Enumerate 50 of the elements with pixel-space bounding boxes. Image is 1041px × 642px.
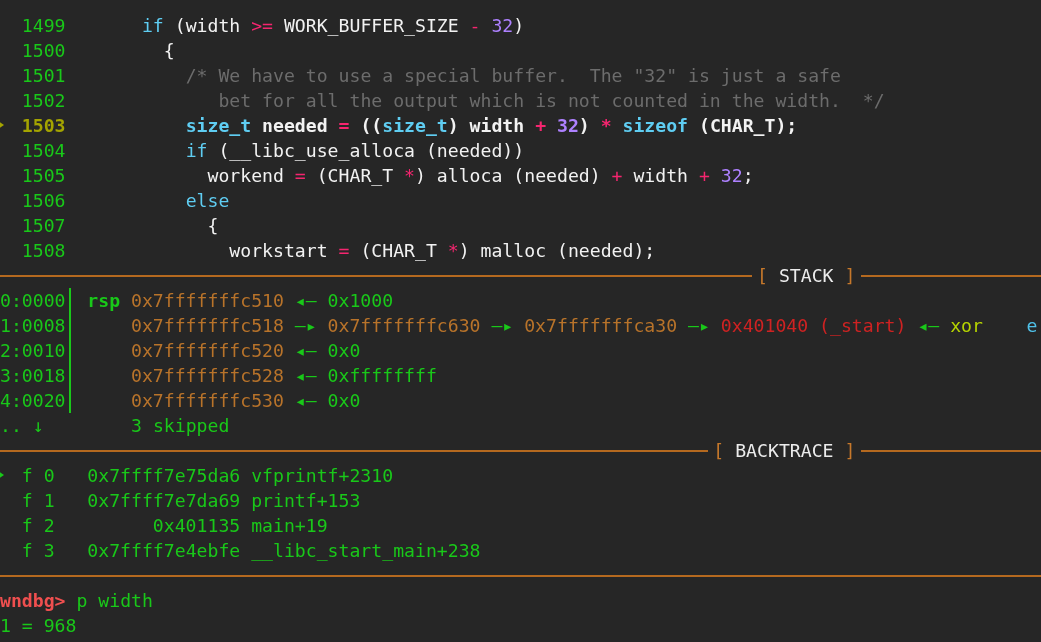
code-text: workstart = (CHAR_T *) malloc (needed); <box>228 239 656 263</box>
frame-symbol: printf+153 <box>250 489 361 513</box>
code-text: { <box>162 39 175 63</box>
prompt-label: wndbg> <box>0 589 66 613</box>
stack-offset: 1:0008 <box>0 314 66 338</box>
stack-offset: 2:0010 <box>0 339 66 363</box>
line-number: 1503 <box>21 114 66 138</box>
code-text: bet for all the output which is not counted in the width. */ <box>217 89 885 113</box>
code-text: if (__libc_use_alloca (needed)) <box>184 139 525 163</box>
code-text: else <box>184 189 230 213</box>
frame-symbol: main+19 <box>250 514 328 538</box>
line-number: 1504 <box>21 139 66 163</box>
frame-number: f 3 <box>21 539 56 563</box>
register-label: rsp <box>87 289 122 313</box>
stack-offset: 0:0000 <box>0 289 66 313</box>
code-text: { <box>206 214 219 238</box>
frame-symbol: __libc_start_main+238 <box>250 539 481 563</box>
command-text: p width <box>75 589 153 613</box>
pointer-chain: 0x7fffffffc518 —▸ 0x7fffffffc630 —▸ 0x7fffffffca30 —▸ 0x401040 (_start) ◂— xor e <box>131 314 1038 338</box>
skip-indicator: .. ↓ <box>0 414 44 438</box>
pointer-chain: 0x7fffffffc530 ◂— 0x0 <box>131 389 361 413</box>
line-number: 1507 <box>21 214 66 238</box>
frame-address: 0x7ffff7e4ebfe <box>87 539 241 563</box>
frame-number: f 0 <box>21 464 56 488</box>
stack-offset: 3:0018 <box>0 364 66 388</box>
code-text: /* We have to use a special buffer. The "32" is just a safe <box>184 64 841 88</box>
frame-number: f 1 <box>21 489 56 513</box>
line-number: 1506 <box>21 189 66 213</box>
line-number: 1505 <box>21 164 66 188</box>
skip-text: 3 skipped <box>131 414 230 438</box>
code-text: size_t needed = ((size_t) width + 32) * sizeof (CHAR_T); <box>184 114 798 138</box>
output-text: 1 = 968 <box>0 614 77 638</box>
code-text: if (width >= WORK_BUFFER_SIZE - 32) <box>140 14 525 38</box>
line-number: 1501 <box>21 64 66 88</box>
frame-symbol: vfprintf+2310 <box>250 464 394 488</box>
frame-address: 0x7ffff7e7da69 <box>87 489 241 513</box>
stack-offset: 4:0020 <box>0 389 66 413</box>
frame-number: f 2 <box>21 514 56 538</box>
line-number: 1500 <box>21 39 66 63</box>
pointer-chain: 0x7fffffffc510 ◂— 0x1000 <box>131 289 394 313</box>
section-title: [ BACKTRACE ] <box>712 439 857 463</box>
line-number: 1508 <box>21 239 66 263</box>
section-title: [ STACK ] <box>756 264 857 288</box>
pointer-chain: 0x7fffffffc528 ◂— 0xffffffff <box>131 364 437 388</box>
pointer-chain: 0x7fffffffc520 ◂— 0x0 <box>131 339 361 363</box>
line-number: 1502 <box>21 89 66 113</box>
line-number: 1499 <box>21 14 66 38</box>
frame-address: 0x7ffff7e75da6 <box>87 464 241 488</box>
frame-address: 0x401135 <box>151 514 241 538</box>
code-text: workend = (CHAR_T *) alloca (needed) + width + 32; <box>206 164 754 188</box>
